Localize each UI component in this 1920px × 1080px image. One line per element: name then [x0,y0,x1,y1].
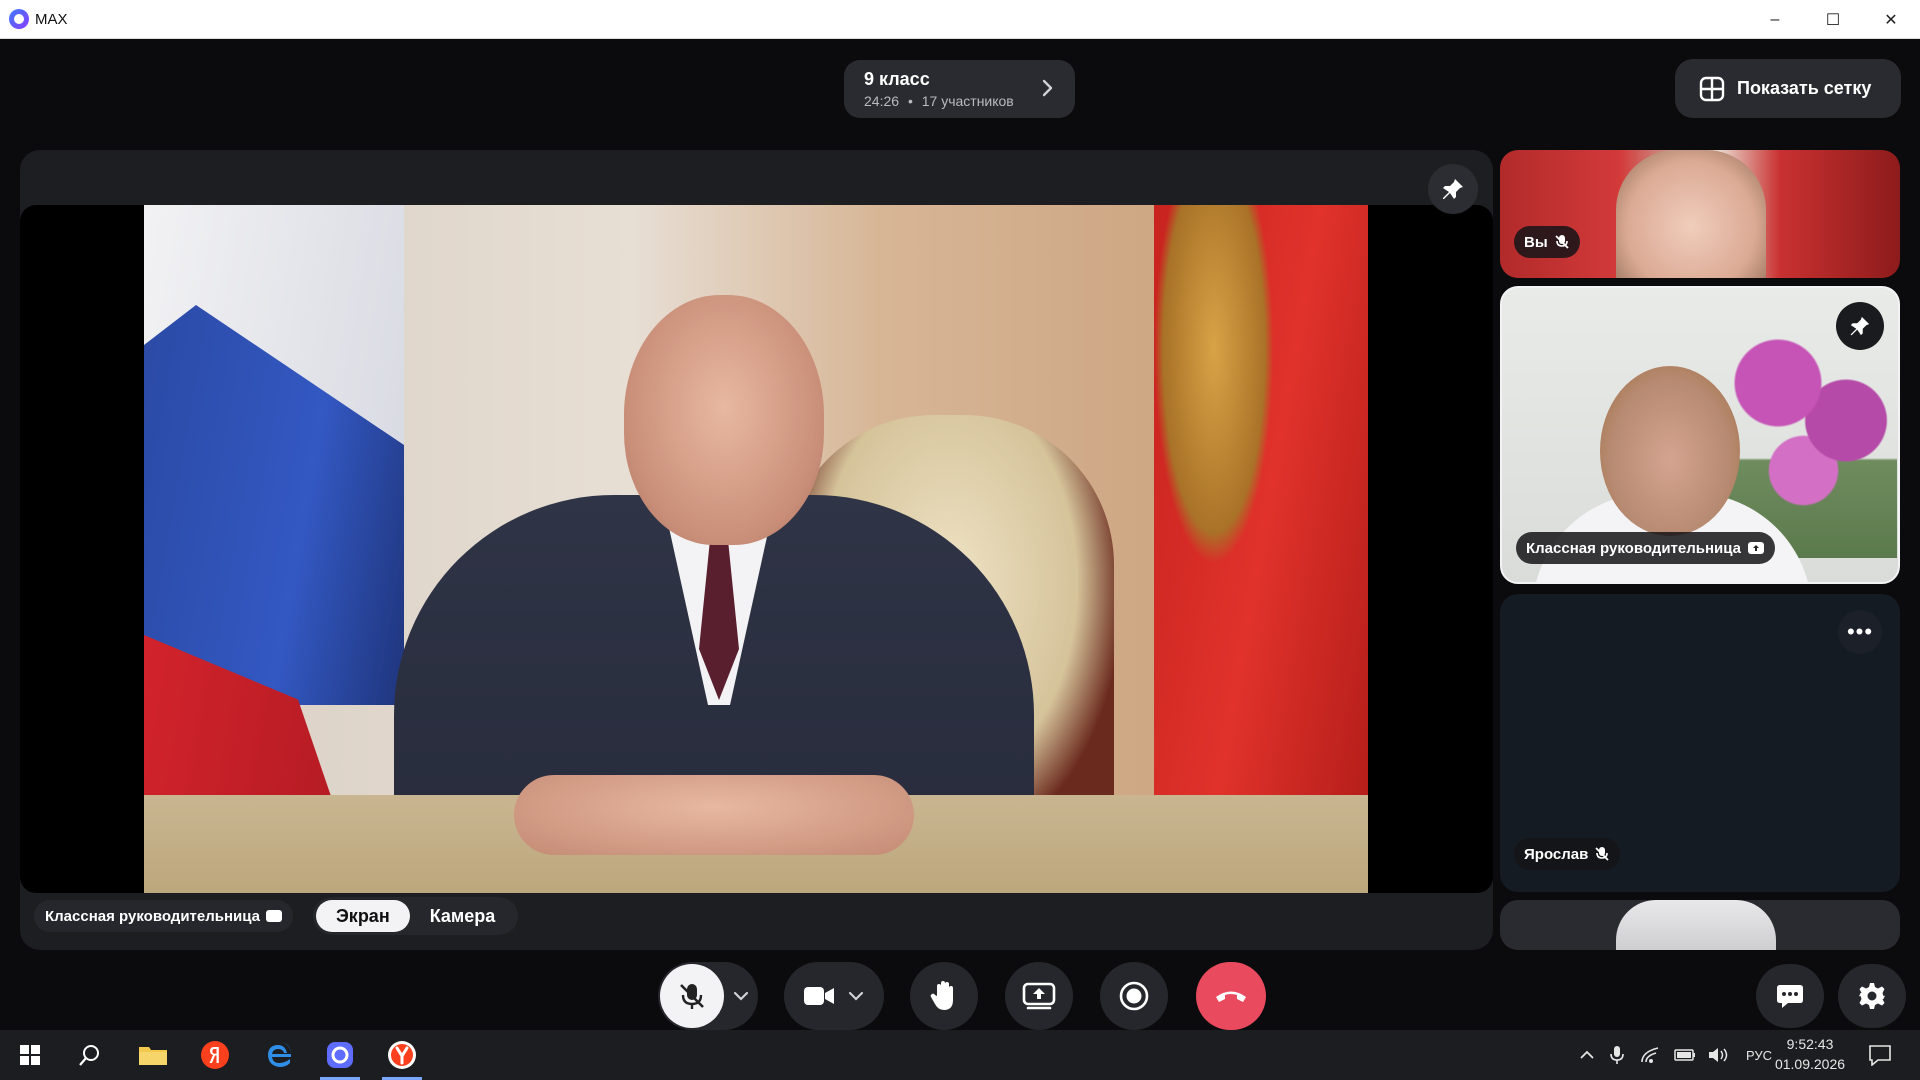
call-info-pill[interactable]: 9 класс 24:26 • 17 участников [844,60,1075,118]
tab-camera[interactable]: Камера [410,900,516,932]
speaker-head-image [624,295,824,545]
system-tray: РУС [1578,1030,1772,1080]
screen-share-icon [266,910,283,922]
microphone-icon[interactable] [1610,1045,1624,1065]
camera-icon [804,987,834,1005]
edge-icon [268,1042,291,1067]
chevron-up-icon[interactable] [1578,1046,1596,1064]
close-button[interactable]: ✕ [1862,0,1920,39]
tile-name: Классная руководительница [1526,539,1742,557]
tile-name: Ярослав [1524,845,1589,863]
video-frame [144,205,1368,893]
record-button[interactable] [1100,962,1168,1030]
taskbar-edge[interactable] [248,1030,308,1080]
participant-tile-self[interactable]: Вы [1500,150,1900,278]
show-grid-button[interactable]: Показать сетку [1675,59,1901,118]
volume-icon[interactable] [1708,1046,1730,1064]
tile-name: Вы [1524,233,1548,251]
hang-up-icon [1216,991,1246,1002]
taskbar-clock[interactable]: 9:52:43 01.09.2026 [1770,1034,1850,1074]
battery-icon[interactable] [1674,1048,1696,1062]
max-logo-icon [9,9,29,29]
maximize-button[interactable]: ☐ [1804,0,1862,39]
notifications-button[interactable] [1850,1030,1910,1080]
window-titlebar: MAX – ☐ ✕ [0,0,1920,39]
participant-tile-yaroslav[interactable]: ••• Ярослав [1500,594,1900,892]
show-grid-label: Показать сетку [1737,78,1872,98]
gear-icon [1859,983,1885,1009]
participant-video-image [1616,900,1776,950]
chat-button[interactable] [1756,964,1824,1028]
stage-speaker-label: Классная руководительница [34,900,294,932]
stage-pin-button[interactable] [1428,164,1478,214]
yandex-browser-icon [388,1041,416,1069]
more-options-button[interactable]: ••• [1838,610,1882,654]
camera-control[interactable] [784,962,884,1030]
clock-time: 9:52:43 [1786,1036,1834,1052]
end-call-button[interactable] [1196,962,1266,1030]
view-switcher: Экран Камера [313,897,519,935]
taskbar-search-button[interactable] [60,1030,120,1080]
pin-icon [1443,179,1463,199]
grid-icon [1699,76,1725,101]
taskbar-explorer[interactable] [123,1030,183,1080]
tab-screen[interactable]: Экран [316,900,410,932]
russian-flag-image [144,205,404,893]
meta-separator: • [907,93,913,109]
chevron-right-icon [1042,79,1053,97]
taskbar-yandex-browser[interactable] [372,1030,432,1080]
start-button[interactable] [0,1030,60,1080]
shared-screen-video[interactable] [20,205,1493,893]
raise-hand-button[interactable] [910,962,978,1030]
settings-button[interactable] [1838,964,1906,1028]
microphone-control [658,962,758,1030]
notification-icon [1869,1045,1891,1066]
record-icon [1119,981,1149,1011]
chevron-down-icon[interactable] [732,987,750,1005]
microphone-toggle-button[interactable] [660,964,724,1028]
participant-tile-teacher[interactable]: Классная руководительница [1500,286,1900,584]
participant-tile-partial[interactable] [1500,900,1900,950]
teacher-face-image [1600,366,1740,536]
search-icon [79,1045,99,1066]
minimize-button[interactable]: – [1746,0,1804,39]
pin-icon [1850,316,1870,336]
share-screen-icon [1022,982,1056,1010]
screen-share-icon [1748,542,1765,554]
stage-speaker-name: Классная руководительница [45,907,261,925]
mic-muted-icon [1555,235,1569,249]
tile-label: Ярослав [1514,838,1621,870]
yandex-icon [201,1041,229,1069]
tile-pin-button[interactable] [1836,302,1884,350]
mic-muted-icon [680,984,704,1009]
window-controls: – ☐ ✕ [1746,0,1920,39]
self-video-image [1616,150,1766,278]
chat-icon [1777,985,1803,1008]
chevron-down-icon[interactable] [847,987,865,1005]
folder-icon [139,1047,167,1065]
windows-logo-icon [20,1045,40,1065]
input-language[interactable]: РУС [1746,1048,1772,1063]
tile-label: Вы [1514,226,1580,258]
hands-image [514,775,914,855]
mic-muted-icon [1595,847,1609,861]
participant-count: 17 участников [921,93,1014,109]
tile-label: Классная руководительница [1516,532,1776,564]
hand-icon [930,981,953,1010]
share-screen-button[interactable] [1005,962,1073,1030]
max-app-icon [327,1042,353,1068]
taskbar-max[interactable] [310,1030,370,1080]
app-title: MAX [35,10,68,28]
standard-flag-image [1154,205,1368,893]
wifi-icon[interactable] [1640,1046,1660,1064]
clock-date: 01.09.2026 [1774,1056,1846,1072]
call-duration: 24:26 [864,93,900,109]
taskbar-yandex[interactable] [185,1030,245,1080]
